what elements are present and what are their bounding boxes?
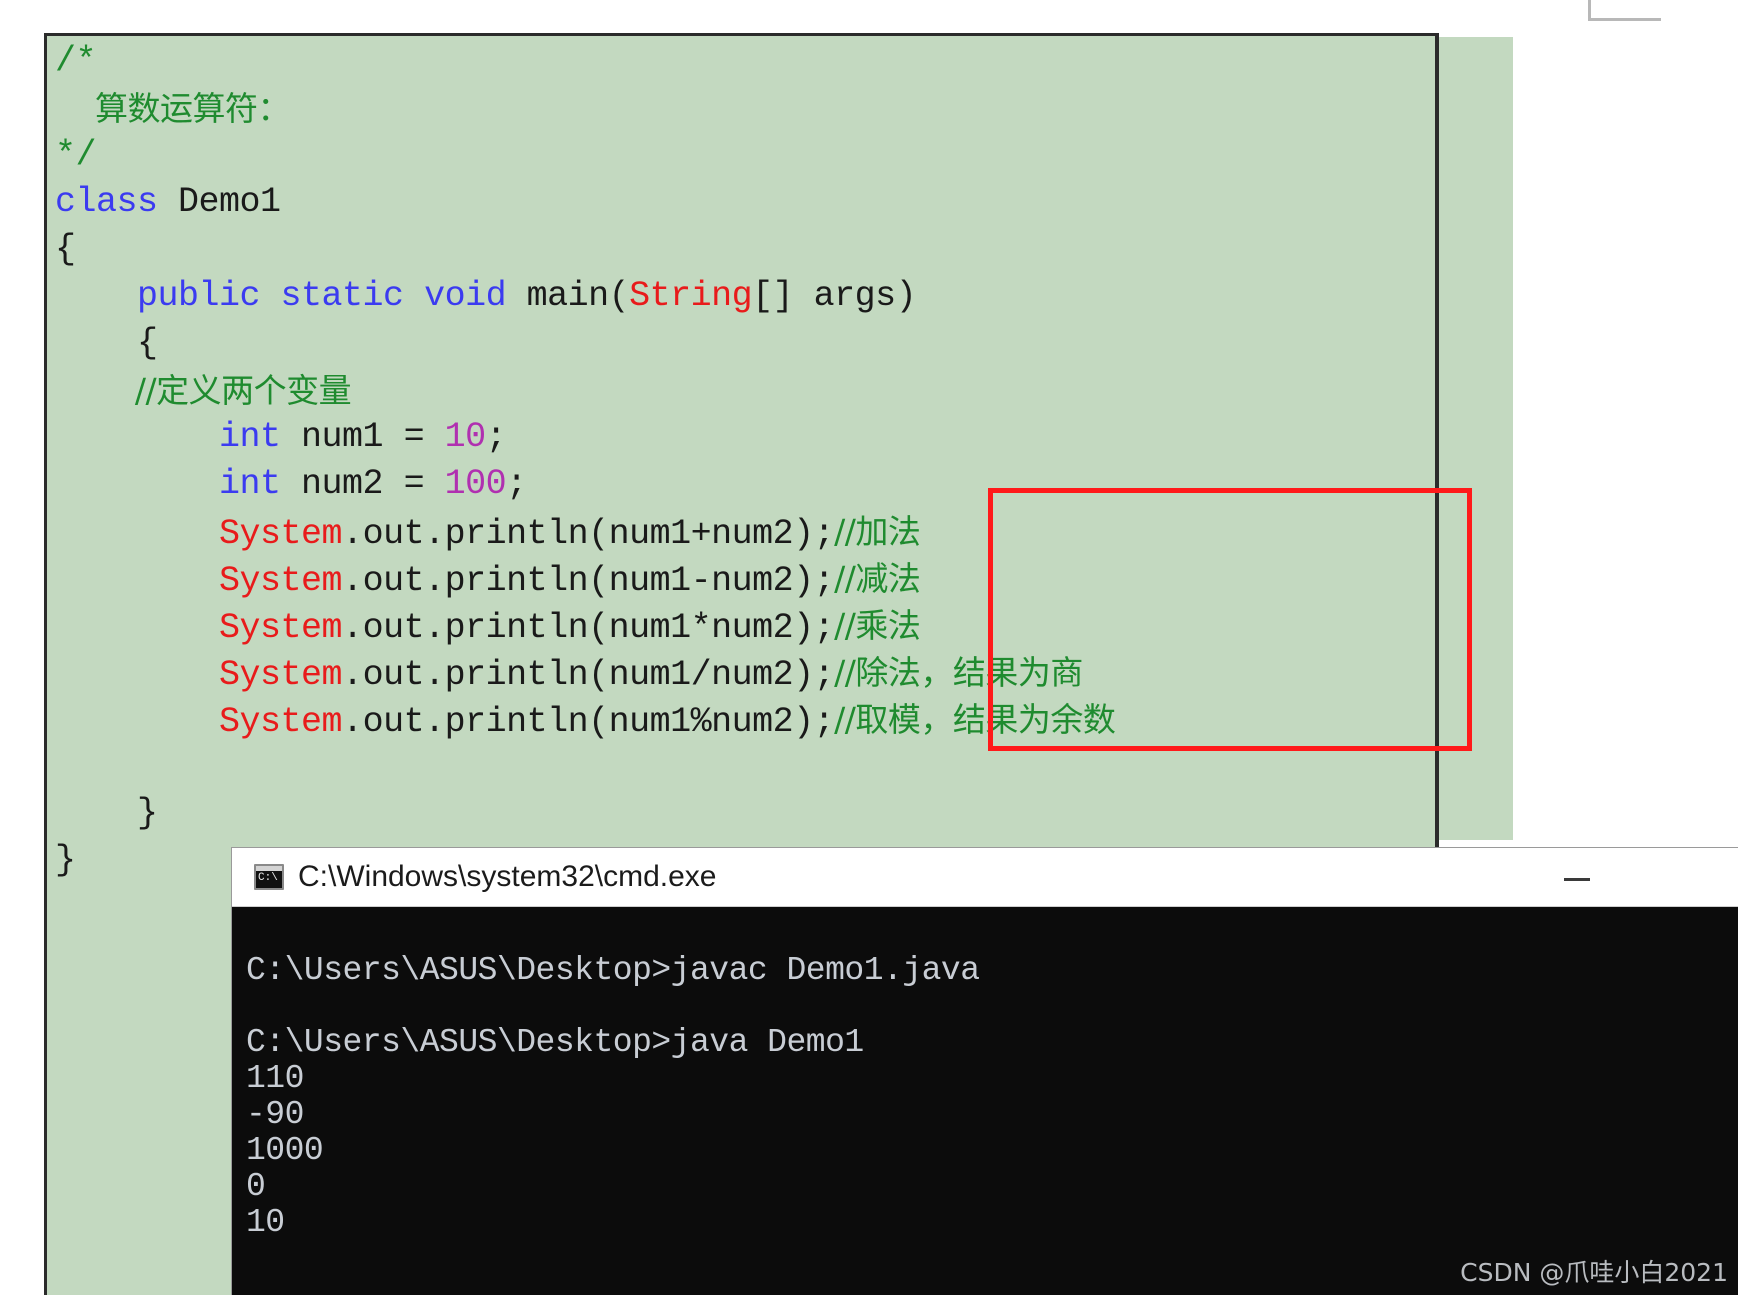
- code-token: System: [219, 608, 343, 648]
- console-line: 0: [246, 1168, 266, 1205]
- code-token: //乘法: [834, 606, 921, 645]
- code-text-area[interactable]: /* 算数运算符： */class Demo1{ public static vo…: [55, 38, 1435, 884]
- cmd-titlebar[interactable]: C:\Windows\system32\cmd.exe: [232, 848, 1738, 907]
- code-token: }: [55, 793, 158, 833]
- console-line: C:\Users\ASUS\Desktop>java Demo1: [246, 1024, 864, 1061]
- code-token: class: [55, 182, 158, 222]
- console-icon: [254, 864, 284, 890]
- code-token: .out.println(num1+num2);: [342, 514, 835, 554]
- code-token: /*: [55, 41, 97, 81]
- code-token: //定义两个变量: [55, 371, 352, 410]
- code-line: {: [55, 226, 1435, 273]
- code-token: 100: [444, 464, 507, 504]
- code-token: num1 =: [280, 417, 445, 457]
- code-token: {: [55, 323, 158, 363]
- code-token: num2 =: [280, 464, 445, 504]
- console-line: 110: [246, 1060, 304, 1097]
- code-line: System.out.println(num1%num2);//取模，结果为余数: [55, 696, 1435, 743]
- code-line: {: [55, 320, 1435, 367]
- cmd-output-text: C:\Users\ASUS\Desktop>javac Demo1.java C:…: [246, 917, 980, 1241]
- code-line: System.out.println(num1*num2);//乘法: [55, 602, 1435, 649]
- code-token: System: [219, 702, 343, 742]
- cmd-window-title: C:\Windows\system32\cmd.exe: [298, 860, 717, 893]
- code-token: int: [219, 417, 281, 457]
- code-token: //减法: [834, 559, 921, 598]
- code-line: */: [55, 132, 1435, 179]
- console-line: C:\Users\ASUS\Desktop>javac Demo1.java: [246, 952, 980, 989]
- code-token: public static void: [137, 276, 507, 316]
- code-token: System: [219, 655, 343, 695]
- code-line: int num2 = 100;: [55, 461, 1435, 508]
- code-token: //取模，结果为余数: [834, 700, 1116, 739]
- code-line: 算数运算符：: [55, 85, 1435, 132]
- csdn-watermark: CSDN @爪哇小白2021: [1460, 1258, 1728, 1287]
- code-token: System: [219, 561, 343, 601]
- console-line: -90: [246, 1096, 304, 1133]
- console-line: 10: [246, 1204, 285, 1241]
- code-line: }: [55, 790, 1435, 837]
- cmd-console-body[interactable]: C:\Users\ASUS\Desktop>javac Demo1.java C:…: [232, 907, 1738, 1295]
- code-token: System: [219, 514, 343, 554]
- code-line: System.out.println(num1-num2);//减法: [55, 555, 1435, 602]
- code-token: //除法，结果为商: [834, 653, 1083, 692]
- code-token: .out.println(num1-num2);: [342, 561, 835, 601]
- code-token: 10: [444, 417, 487, 457]
- code-token: 算数运算符：: [55, 89, 291, 128]
- code-token: .out.println(num1/num2);: [342, 655, 835, 695]
- code-token: ;: [485, 417, 507, 457]
- code-line: class Demo1: [55, 179, 1435, 226]
- code-token: .out.println(num1*num2);: [342, 608, 835, 648]
- crop-corner-mark: [1588, 0, 1661, 21]
- code-line: System.out.println(num1/num2);//除法，结果为商: [55, 649, 1435, 696]
- code-token: */: [55, 135, 97, 175]
- code-line: /*: [55, 38, 1435, 85]
- code-token: int: [219, 464, 281, 504]
- code-token: //加法: [834, 512, 921, 551]
- code-line: public static void main(String[] args): [55, 273, 1435, 320]
- code-token: .out.println(num1%num2);: [342, 702, 835, 742]
- code-token: [] args): [752, 276, 917, 316]
- code-token: String: [629, 276, 753, 316]
- minimize-button[interactable]: [1564, 878, 1590, 881]
- editor-background-bleed: [1437, 37, 1513, 840]
- code-line: int num1 = 10;: [55, 414, 1435, 461]
- cmd-window[interactable]: C:\Windows\system32\cmd.exe C:\Users\ASU…: [232, 848, 1738, 1295]
- console-line: 1000: [246, 1132, 324, 1169]
- code-line: System.out.println(num1+num2);//加法: [55, 508, 1435, 555]
- screenshot-root: /* 算数运算符： */class Demo1{ public static vo…: [0, 0, 1738, 1295]
- code-line: //定义两个变量: [55, 367, 1435, 414]
- code-token: }: [55, 840, 76, 880]
- code-token: {: [55, 229, 76, 269]
- code-token: ;: [506, 464, 527, 504]
- code-token: main(: [506, 276, 630, 316]
- code-token: Demo1: [157, 182, 281, 222]
